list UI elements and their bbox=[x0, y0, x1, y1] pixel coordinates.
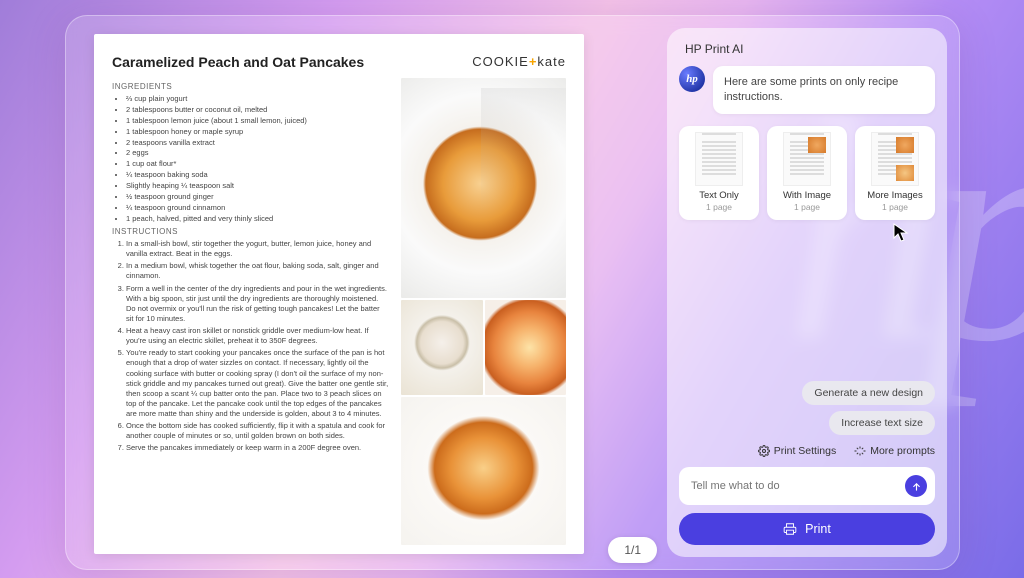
instruction-step: In a small-ish bowl, stir together the y… bbox=[126, 239, 389, 259]
ingredient-item: ⅔ cup plain yogurt bbox=[126, 94, 389, 103]
layout-card-label: Text Only bbox=[683, 190, 755, 201]
ingredient-item: ¼ teaspoon ground cinnamon bbox=[126, 203, 389, 212]
arrow-up-icon bbox=[911, 481, 922, 492]
instruction-step: Serve the pancakes immediately or keep w… bbox=[126, 443, 389, 453]
layout-card-text-only[interactable]: Text Only 1 page bbox=[679, 126, 759, 220]
document-image-column bbox=[401, 78, 566, 545]
app-window: Caramelized Peach and Oat Pancakes COOKI… bbox=[65, 15, 960, 570]
more-prompts-link[interactable]: More prompts bbox=[854, 445, 935, 457]
layout-thumb bbox=[871, 132, 919, 186]
layout-card-pagecount: 1 page bbox=[771, 202, 843, 212]
ingredient-item: 1 tablespoon honey or maple syrup bbox=[126, 127, 389, 136]
instruction-step: In a medium bowl, whisk together the oat… bbox=[126, 261, 389, 281]
print-button[interactable]: Print bbox=[679, 513, 935, 545]
print-icon bbox=[783, 522, 797, 536]
document-title: Caramelized Peach and Oat Pancakes bbox=[112, 54, 364, 70]
ingredient-item: 2 teaspoons vanilla extract bbox=[126, 138, 389, 147]
prompt-input-row bbox=[679, 467, 935, 505]
gear-icon bbox=[758, 445, 770, 457]
recipe-photo-peach bbox=[485, 300, 567, 395]
instruction-step: Form a well in the center of the dry ing… bbox=[126, 284, 389, 325]
ingredient-item: ¼ teaspoon baking soda bbox=[126, 170, 389, 179]
instructions-list: In a small-ish bowl, stir together the y… bbox=[112, 239, 389, 454]
chip-increase-text[interactable]: Increase text size bbox=[829, 411, 935, 435]
ingredients-heading: INGREDIENTS bbox=[112, 82, 389, 91]
layout-card-with-image[interactable]: With Image 1 page bbox=[767, 126, 847, 220]
layout-card-pagecount: 1 page bbox=[859, 202, 931, 212]
send-button[interactable] bbox=[905, 475, 927, 497]
sparkle-icon bbox=[854, 445, 866, 457]
instruction-step: Heat a heavy cast iron skillet or nonsti… bbox=[126, 326, 389, 346]
print-settings-link[interactable]: Print Settings bbox=[758, 445, 836, 457]
ai-message-bubble: Here are some prints on only recipe inst… bbox=[713, 66, 935, 114]
layout-card-label: With Image bbox=[771, 190, 843, 201]
instruction-step: You're ready to start cooking your panca… bbox=[126, 348, 389, 419]
document-text-column: INGREDIENTS ⅔ cup plain yogurt 2 tablesp… bbox=[112, 78, 389, 545]
layout-card-label: More Images bbox=[859, 190, 931, 201]
document-preview-pane: Caramelized Peach and Oat Pancakes COOKI… bbox=[66, 16, 667, 569]
suggestion-chips: Generate a new design Increase text size bbox=[679, 381, 935, 435]
ingredient-item: Slightly heaping ¼ teaspoon salt bbox=[126, 181, 389, 190]
recipe-photo-bowl bbox=[401, 300, 483, 395]
layout-card-pagecount: 1 page bbox=[683, 202, 755, 212]
recipe-photo-main bbox=[401, 78, 566, 298]
ai-panel: HP Print AI hp Here are some prints on o… bbox=[667, 28, 947, 557]
document-brand: COOKIE+kate bbox=[472, 54, 566, 70]
ai-message-row: hp Here are some prints on only recipe i… bbox=[679, 66, 935, 114]
ingredient-item: 1 cup oat flour* bbox=[126, 159, 389, 168]
ingredient-item: ½ teaspoon ground ginger bbox=[126, 192, 389, 201]
ingredient-item: 2 tablespoons butter or coconut oil, mel… bbox=[126, 105, 389, 114]
page-counter: 1/1 bbox=[608, 537, 657, 563]
layout-thumb bbox=[783, 132, 831, 186]
ingredient-item: 1 tablespoon lemon juice (about 1 small … bbox=[126, 116, 389, 125]
prompt-input[interactable] bbox=[691, 480, 905, 492]
instruction-step: Once the bottom side has cooked sufficie… bbox=[126, 421, 389, 441]
layout-card-more-images[interactable]: More Images 1 page bbox=[855, 126, 935, 220]
hp-avatar-icon: hp bbox=[679, 66, 705, 92]
ingredients-list: ⅔ cup plain yogurt 2 tablespoons butter … bbox=[112, 94, 389, 223]
ai-panel-title: HP Print AI bbox=[685, 42, 935, 56]
chip-generate-design[interactable]: Generate a new design bbox=[802, 381, 935, 405]
instructions-heading: INSTRUCTIONS bbox=[112, 227, 389, 236]
recipe-photo-wide bbox=[401, 397, 566, 545]
document-page: Caramelized Peach and Oat Pancakes COOKI… bbox=[94, 34, 584, 554]
layout-thumb bbox=[695, 132, 743, 186]
layout-card-row: Text Only 1 page With Image 1 page More … bbox=[679, 126, 935, 220]
ingredient-item: 2 eggs bbox=[126, 148, 389, 157]
ingredient-item: 1 peach, halved, pitted and very thinly … bbox=[126, 214, 389, 223]
